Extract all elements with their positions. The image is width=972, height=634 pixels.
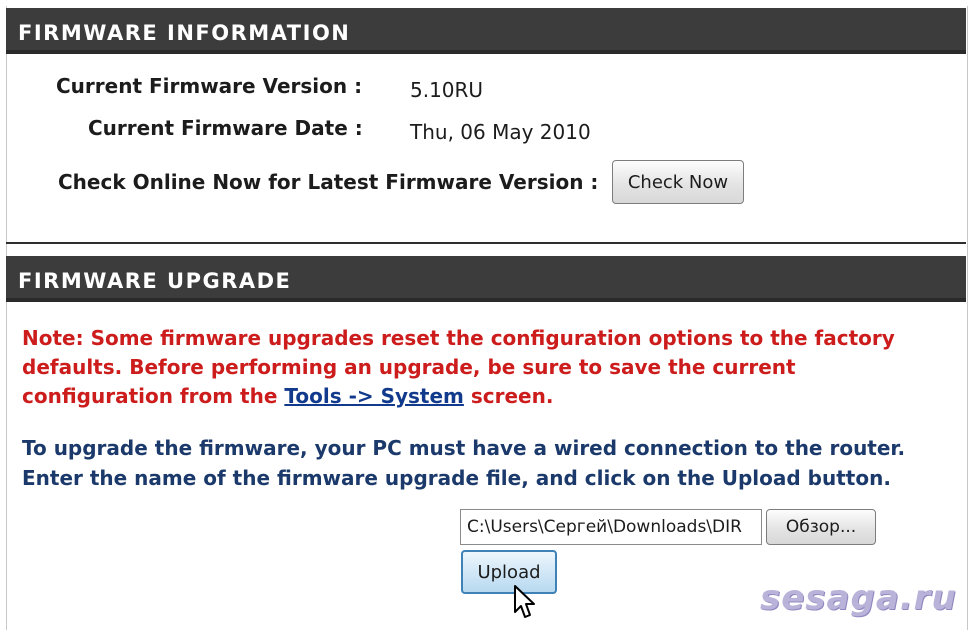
browse-button[interactable]: Обзор...	[766, 509, 876, 545]
watermark: sesaga.ru	[760, 578, 957, 618]
upgrade-note: Note: Some firmware upgrades reset the c…	[22, 324, 952, 411]
upgrade-instructions: To upgrade the firmware, your PC must ha…	[22, 436, 906, 490]
current-date-label: Current Firmware Date :	[88, 116, 363, 140]
firmware-file-input[interactable]: C:\Users\Сергей\Downloads\DIR	[460, 509, 762, 545]
current-version-value: 5.10RU	[410, 78, 484, 102]
firmware-information-header: FIRMWARE INFORMATION	[6, 8, 966, 54]
check-now-button[interactable]: Check Now	[612, 160, 744, 204]
tools-system-link[interactable]: Tools -> System	[284, 384, 464, 408]
check-online-label: Check Online Now for Latest Firmware Ver…	[58, 170, 599, 194]
upload-button[interactable]: Upload	[461, 550, 557, 594]
firmware-upgrade-header: FIRMWARE UPGRADE	[6, 256, 966, 302]
section-divider	[6, 242, 966, 244]
mouse-pointer-icon	[514, 585, 535, 618]
current-date-value: Thu, 06 May 2010	[410, 120, 591, 144]
note-text-end: screen.	[463, 384, 554, 408]
file-path-text: C:\Users\Сергей\Downloads\DIR	[467, 517, 742, 537]
current-version-label: Current Firmware Version :	[56, 74, 363, 98]
